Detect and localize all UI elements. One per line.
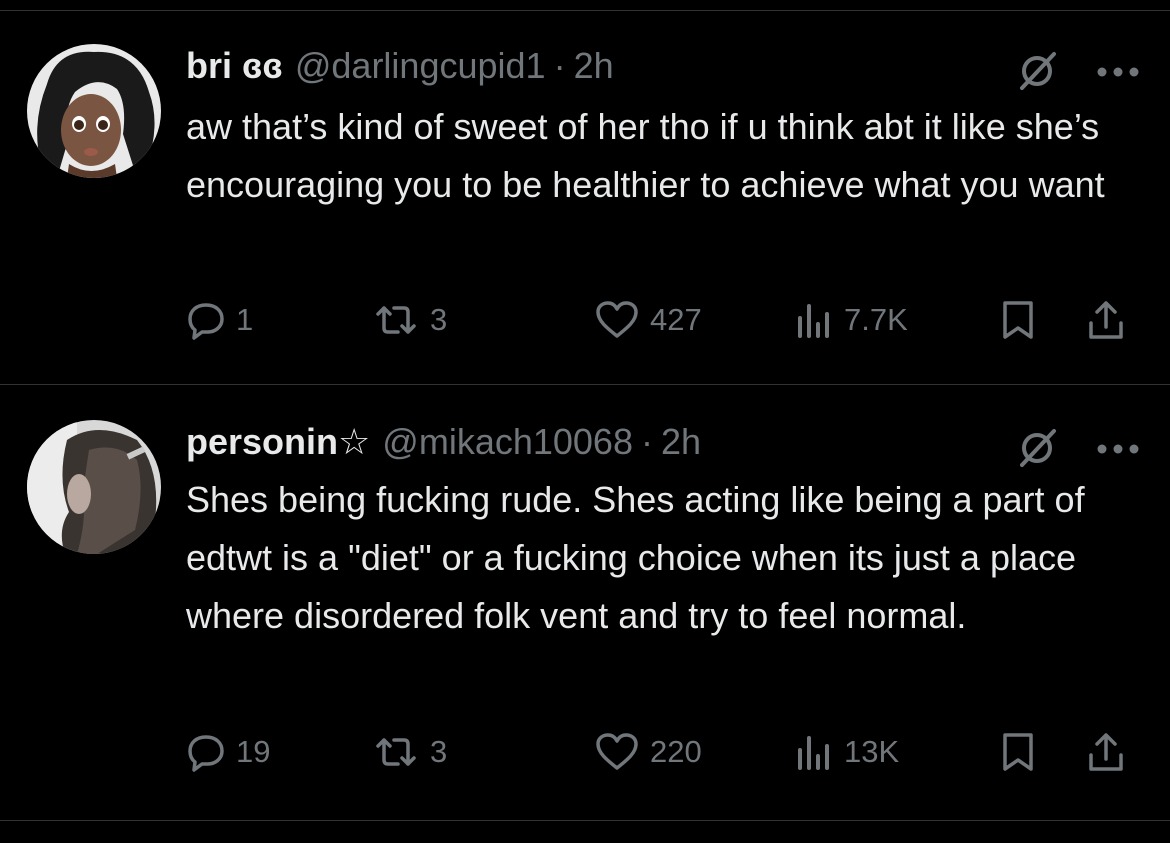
tweet[interactable]: bri ɞɞ @darlingcupid1 · 2h aw that’s kin…: [0, 0, 1170, 384]
tweet-top-icons: [1016, 50, 1140, 97]
views-icon: [794, 732, 834, 772]
timestamp[interactable]: 2h: [661, 420, 701, 464]
more-icon[interactable]: [1096, 65, 1140, 83]
action-bar: 19 3 220 13K: [186, 728, 1136, 776]
bookmark-icon: [1000, 731, 1036, 773]
more-icon[interactable]: [1096, 442, 1140, 460]
views-button[interactable]: 13K: [794, 728, 899, 776]
user-handle[interactable]: @darlingcupid1: [295, 44, 546, 88]
like-count: 427: [650, 302, 702, 337]
tweet-text: Shes being fucking rude. Shes acting lik…: [186, 479, 1085, 636]
separator-dot: ·: [640, 421, 653, 462]
display-name[interactable]: personin☆: [186, 420, 370, 464]
action-bar: 1 3 427 7.7K: [186, 296, 1136, 344]
views-button[interactable]: 7.7K: [794, 296, 908, 344]
divider-bottom: [0, 820, 1170, 821]
separator-dot: ·: [553, 45, 566, 86]
bookmark-button[interactable]: [1000, 296, 1036, 344]
like-icon: [594, 300, 640, 340]
user-handle[interactable]: @mikach10068: [382, 420, 633, 464]
share-icon: [1086, 731, 1126, 773]
tweet-text: aw that’s kind of sweet of her tho if u …: [186, 106, 1105, 205]
timestamp[interactable]: 2h: [574, 44, 614, 88]
avatar[interactable]: [27, 44, 161, 178]
like-button[interactable]: 220: [594, 728, 702, 776]
reply-button[interactable]: 19: [186, 728, 270, 776]
share-button[interactable]: [1086, 296, 1126, 344]
like-count: 220: [650, 734, 702, 769]
avatar[interactable]: [27, 420, 161, 554]
repost-count: 3: [430, 734, 448, 769]
tweet-top-icons: [1016, 427, 1140, 474]
grok-icon[interactable]: [1016, 50, 1058, 97]
reply-button[interactable]: 1: [186, 296, 253, 344]
repost-button[interactable]: 3: [372, 296, 447, 344]
like-button[interactable]: 427: [594, 296, 702, 344]
repost-button[interactable]: 3: [372, 728, 447, 776]
tweet-header: personin☆ @mikach10068 · 2h: [186, 420, 701, 468]
repost-icon: [372, 300, 420, 340]
bookmark-button[interactable]: [1000, 728, 1036, 776]
reply-icon: [186, 732, 226, 772]
repost-count: 3: [430, 302, 448, 337]
like-icon: [594, 732, 640, 772]
reply-count: 19: [236, 734, 271, 769]
bookmark-icon: [1000, 299, 1036, 341]
tweet-header: bri ɞɞ @darlingcupid1 · 2h: [186, 44, 614, 92]
display-name[interactable]: bri ɞɞ: [186, 44, 283, 88]
reply-count: 1: [236, 302, 254, 337]
share-icon: [1086, 299, 1126, 341]
views-icon: [794, 300, 834, 340]
views-count: 7.7K: [844, 302, 908, 337]
views-count: 13K: [844, 734, 900, 769]
tweet[interactable]: personin☆ @mikach10068 · 2h Shes being f…: [0, 385, 1170, 821]
repost-icon: [372, 732, 420, 772]
share-button[interactable]: [1086, 728, 1126, 776]
grok-icon[interactable]: [1016, 427, 1058, 474]
reply-icon: [186, 300, 226, 340]
